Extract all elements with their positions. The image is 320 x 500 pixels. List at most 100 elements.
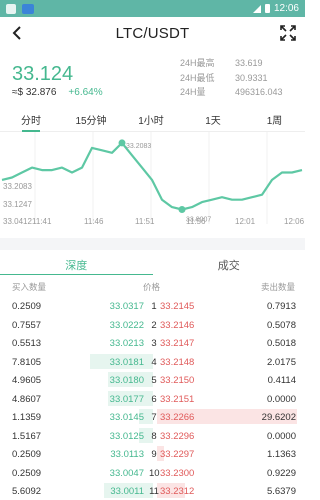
- level-index: 4: [151, 356, 157, 368]
- bid-quantity: 0.5513: [12, 338, 42, 349]
- high-label: 24H最高: [180, 58, 215, 68]
- x-axis-label: 12:06: [284, 217, 305, 226]
- order-book-row[interactable]: 0.5513 33.0213 3 33.2147 0.5018: [0, 333, 305, 352]
- level-index: 2: [151, 319, 157, 331]
- bid-quantity: 0.2509: [12, 467, 42, 479]
- ask-quantity: 1.1363: [266, 449, 296, 460]
- interval-tab[interactable]: 1天: [182, 106, 244, 131]
- order-book-row[interactable]: 1.5167 33.0125 8 33.2296 0.0000: [0, 426, 305, 445]
- y-axis-label: 33.0412: [3, 217, 32, 226]
- back-button[interactable]: [8, 23, 26, 43]
- order-book-row[interactable]: 4.9605 33.0180 5 33.2150 0.4114: [0, 370, 305, 389]
- order-book-row[interactable]: 0.2509 33.0113 9 33.2297 1.1363: [0, 444, 305, 463]
- bid-price: 33.0180: [109, 375, 144, 386]
- high-value: 33.619: [235, 58, 263, 68]
- app-notification-icon: [22, 3, 34, 14]
- ask-quantity: 0.5078: [266, 319, 296, 331]
- bid-price: 33.0317: [109, 301, 144, 312]
- extreme-point-label: 33.0007: [186, 217, 211, 224]
- ask-price: 33.2148: [160, 356, 195, 368]
- bid-price: 33.0222: [109, 319, 144, 331]
- expand-icon: [280, 25, 296, 41]
- x-axis-label: 12:01: [235, 217, 256, 226]
- nav-bar: LTC/USDT: [0, 17, 305, 50]
- fullscreen-button[interactable]: [279, 24, 297, 42]
- volume-value: 496316.043: [235, 87, 283, 97]
- change-percent: +6.64%: [68, 87, 103, 98]
- ticker-summary: 33.124 ≈$ 32.876 +6.64% 24H最高 33.619 24H最…: [0, 50, 305, 103]
- order-book-row[interactable]: 0.7557 33.0222 2 33.2146 0.5078: [0, 315, 305, 334]
- price-line-chart: 33.208333.124733.0412 11:41 11:46 11:51 11:5…: [1, 132, 305, 226]
- interval-tab[interactable]: 1周: [244, 106, 305, 131]
- bid-price: 33.0213: [109, 338, 144, 349]
- book-header: 买入数量 价格 卖出数量: [0, 279, 305, 293]
- level-index: 9: [151, 449, 157, 460]
- ask-quantity: 0.5018: [266, 338, 296, 349]
- tab-trades[interactable]: 成交: [153, 250, 306, 275]
- tab-depth[interactable]: 深度: [0, 250, 153, 275]
- back-arrow-icon: [12, 26, 21, 40]
- bid-price: 33.0145: [109, 412, 144, 423]
- buy-qty-header: 买入数量: [12, 282, 47, 292]
- price-series-line: [1, 141, 303, 211]
- bid-quantity: 5.6092: [12, 486, 42, 497]
- book-tabs: 深度 成交: [0, 250, 305, 275]
- x-axis-label: 11:46: [84, 217, 104, 226]
- ask-price: 33.2300: [160, 467, 195, 479]
- low-value: 30.9331: [235, 72, 268, 83]
- interval-tab[interactable]: 1小时: [120, 106, 182, 131]
- status-bar: 12:06: [0, 0, 305, 17]
- signal-icon: [252, 4, 261, 13]
- order-book-row[interactable]: 4.8607 33.0177 6 33.2151 0.0000: [0, 389, 305, 408]
- bid-price: 33.0177: [109, 393, 144, 405]
- bid-quantity: 1.1359: [12, 412, 42, 423]
- bid-quantity: 1.5167: [12, 430, 42, 442]
- level-index: 7: [151, 412, 157, 423]
- ask-quantity: 0.0000: [266, 430, 296, 442]
- ask-price: 33.2151: [160, 393, 195, 405]
- sell-qty-header: 卖出数量: [260, 282, 295, 292]
- bid-quantity: 4.8607: [12, 393, 42, 405]
- volume-label: 24H量: [180, 87, 206, 97]
- order-book-row[interactable]: 5.6092 33.0011 11 33.2312 5.6379: [0, 481, 305, 500]
- order-book-row[interactable]: 0.2509 33.0317 1 33.2145 0.7913: [0, 296, 305, 315]
- level-index: 6: [151, 393, 157, 405]
- ask-quantity: 29.6202: [261, 412, 296, 423]
- usd-price: ≈$ 32.876: [12, 87, 57, 98]
- order-book-row[interactable]: 7.8105 33.0181 4 33.2148 2.0175: [0, 352, 305, 371]
- bid-price: 33.0125: [109, 430, 144, 442]
- low-label: 24H最低: [180, 72, 215, 83]
- extreme-point-label: 33.2083: [126, 143, 151, 150]
- bid-quantity: 4.9605: [12, 375, 42, 386]
- extreme-point-marker: [178, 206, 186, 214]
- battery-icon: [264, 4, 270, 13]
- status-time: 12:06: [273, 3, 299, 14]
- interval-tab[interactable]: 分时: [0, 106, 62, 131]
- ask-quantity: 2.0175: [266, 356, 296, 368]
- x-axis-label: 11:41: [32, 217, 52, 226]
- section-divider: [0, 238, 305, 250]
- ask-price: 33.2312: [160, 486, 195, 497]
- ask-quantity: 0.7913: [266, 301, 296, 312]
- bid-price: 33.0047: [109, 467, 144, 479]
- level-index: 5: [151, 375, 157, 386]
- y-axis-label: 33.2083: [3, 182, 32, 191]
- bid-price: 33.0011: [110, 486, 144, 497]
- bid-quantity: 0.7557: [12, 319, 42, 331]
- ask-quantity: 0.4114: [267, 375, 296, 386]
- interval-tab[interactable]: 15分钟: [62, 106, 120, 131]
- extreme-point-marker: [118, 139, 126, 147]
- order-book-row[interactable]: 1.1359 33.0145 7 33.2266 29.6202: [0, 407, 305, 426]
- ask-quantity: 5.6379: [266, 486, 296, 497]
- order-book-row[interactable]: 0.2509 33.0047 10 33.2300 0.9229: [0, 463, 305, 482]
- ask-price: 33.2266: [160, 412, 195, 423]
- ask-price: 33.2146: [160, 319, 195, 331]
- order-book: 0.2509 33.0317 1 33.2145 0.7913 0.7557 33.0222…: [0, 296, 305, 500]
- level-index: 3: [151, 338, 157, 349]
- bid-quantity: 0.2509: [12, 449, 42, 460]
- x-axis-label: 11:51: [135, 217, 155, 226]
- level-index: 11: [149, 486, 159, 497]
- ask-price: 33.2145: [160, 301, 195, 312]
- ask-price: 33.2150: [160, 375, 195, 386]
- price-header: 价格: [143, 282, 161, 292]
